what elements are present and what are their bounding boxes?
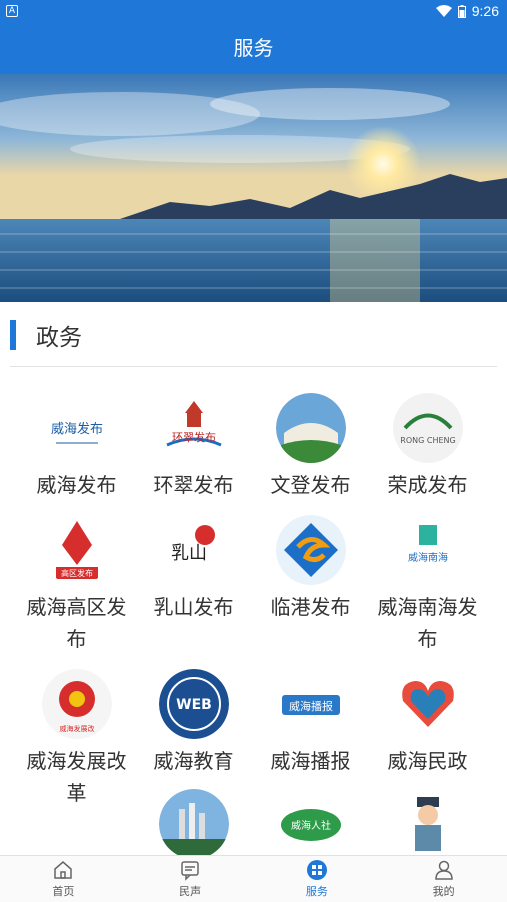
section-accent-bar: [10, 320, 16, 350]
huancui-release-logo-icon: 环翠发布: [158, 393, 229, 463]
svg-text:乳山: 乳山: [171, 543, 207, 564]
weihai-development-reform-logo-icon: 威海发展改: [41, 669, 112, 739]
weihai-education-logo-icon: WEB: [158, 669, 229, 739]
service-item-weihai-education[interactable]: WEB 威海教育: [135, 669, 252, 777]
tab-label: 我的: [432, 885, 455, 898]
bottom-tab-bar: 首页 民声 服务 我的: [0, 855, 507, 902]
tab-message[interactable]: 民声: [127, 856, 254, 902]
service-label: 威海播报: [270, 749, 351, 773]
svg-text:威海发展改: 威海发展改: [59, 724, 94, 733]
service-label: 威海高区发布: [26, 595, 127, 651]
svg-text:WEB: WEB: [176, 697, 212, 713]
rongcheng-release-logo-icon: RONG CHENG: [392, 393, 463, 463]
weihai-civil-affairs-logo-icon: [392, 669, 463, 739]
page-title: 服务: [0, 22, 507, 74]
lingang-release-logo-icon: [275, 515, 346, 585]
service-label: 威海教育: [153, 749, 234, 773]
service-label: 环翠发布: [153, 473, 234, 497]
service-item-city-view[interactable]: [135, 789, 252, 855]
battery-icon: [457, 4, 466, 18]
status-bar: A 9:26: [0, 0, 507, 22]
tab-home[interactable]: 首页: [0, 856, 127, 902]
service-item-rushan-release[interactable]: 乳山 乳山发布: [135, 515, 252, 623]
tab-service[interactable]: 服务: [254, 856, 381, 902]
service-item-weihai-release[interactable]: 威海发布 威海发布: [18, 393, 135, 501]
section-title: 政务: [36, 325, 82, 351]
message-icon: [181, 861, 199, 881]
tab-mine[interactable]: 我的: [380, 856, 507, 902]
tab-label: 服务: [305, 885, 328, 898]
app-notification-icon: A: [6, 5, 18, 17]
svg-text:威海播报: 威海播报: [289, 699, 333, 713]
svg-text:威海发布: 威海发布: [50, 421, 102, 437]
service-grid: 威海发布 威海发布 环翠发布 环翠发布 文登发布 RONG CHENG 荣成发布: [0, 385, 507, 855]
service-label: 文登发布: [270, 473, 351, 497]
service-item-wendeng-release[interactable]: 文登发布: [252, 393, 369, 501]
tab-label: 民声: [179, 885, 202, 898]
traffic-police-logo-icon: [392, 789, 463, 855]
user-icon: [434, 860, 453, 880]
service-icon: [306, 860, 327, 880]
svg-text:威海南海: 威海南海: [408, 551, 448, 564]
tab-label: 首页: [52, 885, 75, 898]
svg-text:RONG CHENG: RONG CHENG: [400, 436, 455, 445]
weihai-human-resources-logo-icon: 威海人社: [275, 789, 346, 855]
wendeng-release-logo-icon: [275, 393, 346, 463]
service-item-weihai-nanhai[interactable]: 威海南海 威海南海发布: [369, 515, 486, 655]
svg-text:高区发布: 高区发布: [61, 568, 93, 578]
service-item-weihai-human-resources[interactable]: 威海人社: [252, 789, 369, 855]
city-view-logo-icon: [158, 789, 229, 855]
service-item-traffic-police[interactable]: [369, 789, 486, 855]
service-item-weihai-civil-affairs[interactable]: 威海民政: [369, 669, 486, 777]
weihai-release-logo-icon: 威海发布: [41, 393, 112, 463]
service-item-lingang-release[interactable]: 临港发布: [252, 515, 369, 623]
service-item-weihai-development-reform[interactable]: 威海发展改 威海发展改革: [18, 669, 135, 809]
wifi-icon: [435, 5, 452, 17]
rushan-release-logo-icon: 乳山: [158, 515, 229, 585]
section-header: 政务: [0, 302, 507, 366]
service-label: 荣成发布: [387, 473, 468, 497]
service-item-rongcheng-release[interactable]: RONG CHENG 荣成发布: [369, 393, 486, 501]
weihai-broadcast-logo-icon: 威海播报: [275, 669, 346, 739]
service-label: 威海发展改革: [26, 749, 127, 805]
service-item-weihai-broadcast[interactable]: 威海播报 威海播报: [252, 669, 369, 777]
divider: [10, 366, 497, 367]
service-item-weihai-high-tech-zone[interactable]: 高区发布 威海高区发布: [18, 515, 135, 655]
service-label: 临港发布: [270, 595, 351, 619]
service-label: 威海南海发布: [377, 595, 478, 651]
service-label: 威海民政: [387, 749, 468, 773]
banner-image[interactable]: [0, 74, 507, 302]
svg-text:环翠发布: 环翠发布: [172, 430, 216, 444]
weihai-high-tech-zone-logo-icon: 高区发布: [41, 515, 112, 585]
weihai-nanhai-logo-icon: 威海南海: [392, 515, 463, 585]
service-label: 威海发布: [36, 473, 117, 497]
home-icon: [54, 861, 73, 879]
service-item-huancui-release[interactable]: 环翠发布 环翠发布: [135, 393, 252, 501]
seaside-sunset-image: [0, 74, 507, 302]
svg-text:威海人社: 威海人社: [291, 819, 331, 832]
status-time: 9:26: [471, 3, 499, 19]
service-label: 乳山发布: [153, 595, 234, 619]
